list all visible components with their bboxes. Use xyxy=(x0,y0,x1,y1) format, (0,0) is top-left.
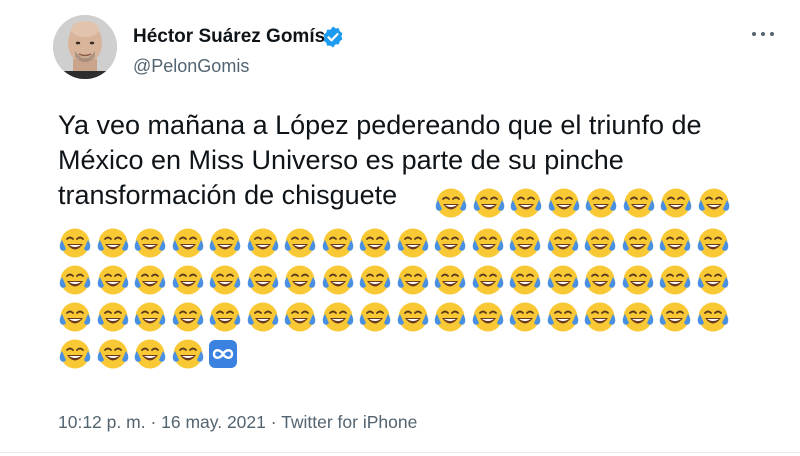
face-with-tears-of-joy-icon xyxy=(96,337,130,371)
face-with-tears-of-joy-icon xyxy=(96,226,130,260)
face-with-tears-of-joy-icon xyxy=(171,263,205,297)
face-with-tears-of-joy-icon xyxy=(584,186,618,220)
face-with-tears-of-joy-icon xyxy=(508,263,542,297)
face-with-tears-of-joy-icon xyxy=(133,263,167,297)
emoji-row xyxy=(58,226,778,263)
face-with-tears-of-joy-icon xyxy=(696,226,730,260)
face-with-tears-of-joy-icon xyxy=(321,300,355,334)
face-with-tears-of-joy-icon xyxy=(697,186,731,220)
emoji-row xyxy=(58,337,778,374)
face-with-tears-of-joy-icon xyxy=(96,300,130,334)
face-with-tears-of-joy-icon xyxy=(358,226,392,260)
face-with-tears-of-joy-icon xyxy=(396,300,430,334)
face-with-tears-of-joy-icon xyxy=(621,300,655,334)
face-with-tears-of-joy-icon xyxy=(208,263,242,297)
face-with-tears-of-joy-icon xyxy=(583,300,617,334)
face-with-tears-of-joy-icon xyxy=(546,300,580,334)
face-with-tears-of-joy-icon xyxy=(471,300,505,334)
face-with-tears-of-joy-icon xyxy=(321,226,355,260)
face-with-tears-of-joy-icon xyxy=(621,226,655,260)
face-with-tears-of-joy-icon xyxy=(283,263,317,297)
face-with-tears-of-joy-icon xyxy=(96,263,130,297)
meta-separator: · xyxy=(150,412,157,432)
tweet-date[interactable]: 16 may. 2021 xyxy=(161,412,266,432)
face-with-tears-of-joy-icon xyxy=(171,337,205,371)
infinity-loop-icon xyxy=(208,339,238,369)
avatar[interactable] xyxy=(53,15,117,79)
face-with-tears-of-joy-icon xyxy=(246,263,280,297)
tweet-metadata: 10:12 p. m. · 16 may. 2021 · Twitter for… xyxy=(58,412,417,433)
author-handle[interactable]: @PelonGomis xyxy=(133,56,249,77)
face-with-tears-of-joy-icon xyxy=(509,186,543,220)
face-with-tears-of-joy-icon xyxy=(471,263,505,297)
author-display-name[interactable]: Héctor Suárez Gomís xyxy=(133,26,325,48)
face-with-tears-of-joy-icon xyxy=(659,186,693,220)
face-with-tears-of-joy-icon xyxy=(658,226,692,260)
more-options-icon[interactable] xyxy=(749,23,777,45)
face-with-tears-of-joy-icon xyxy=(58,263,92,297)
face-with-tears-of-joy-icon xyxy=(133,300,167,334)
face-with-tears-of-joy-icon xyxy=(658,263,692,297)
face-with-tears-of-joy-icon xyxy=(546,226,580,260)
face-with-tears-of-joy-icon xyxy=(696,263,730,297)
face-with-tears-of-joy-icon xyxy=(358,263,392,297)
emoji-grid xyxy=(58,188,778,374)
face-with-tears-of-joy-icon xyxy=(433,263,467,297)
face-with-tears-of-joy-icon xyxy=(622,186,656,220)
face-with-tears-of-joy-icon xyxy=(396,263,430,297)
face-with-tears-of-joy-icon xyxy=(433,300,467,334)
face-with-tears-of-joy-icon xyxy=(696,300,730,334)
emoji-row xyxy=(434,186,734,223)
verified-badge-icon xyxy=(321,25,345,49)
face-with-tears-of-joy-icon xyxy=(621,263,655,297)
face-with-tears-of-joy-icon xyxy=(171,300,205,334)
face-with-tears-of-joy-icon xyxy=(433,226,467,260)
face-with-tears-of-joy-icon xyxy=(358,300,392,334)
face-with-tears-of-joy-icon xyxy=(508,300,542,334)
face-with-tears-of-joy-icon xyxy=(133,337,167,371)
emoji-row xyxy=(58,300,778,337)
face-with-tears-of-joy-icon xyxy=(583,263,617,297)
face-with-tears-of-joy-icon xyxy=(208,300,242,334)
face-with-tears-of-joy-icon xyxy=(283,226,317,260)
meta-separator: · xyxy=(270,412,277,432)
face-with-tears-of-joy-icon xyxy=(246,300,280,334)
face-with-tears-of-joy-icon xyxy=(472,186,506,220)
face-with-tears-of-joy-icon xyxy=(58,300,92,334)
divider xyxy=(0,452,800,453)
face-with-tears-of-joy-icon xyxy=(583,226,617,260)
face-with-tears-of-joy-icon xyxy=(58,337,92,371)
tweet-text-line: Ya veo mañana a López pedereando que el … xyxy=(58,110,702,140)
face-with-tears-of-joy-icon xyxy=(547,186,581,220)
face-with-tears-of-joy-icon xyxy=(508,226,542,260)
face-with-tears-of-joy-icon xyxy=(283,300,317,334)
face-with-tears-of-joy-icon xyxy=(658,300,692,334)
face-with-tears-of-joy-icon xyxy=(58,226,92,260)
tweet-card: Héctor Suárez Gomís @PelonGomis Ya veo m… xyxy=(0,0,800,456)
face-with-tears-of-joy-icon xyxy=(133,226,167,260)
tweet-text-line: México en Miss Universo es parte de su p… xyxy=(58,145,624,175)
face-with-tears-of-joy-icon xyxy=(171,226,205,260)
tweet-time[interactable]: 10:12 p. m. xyxy=(58,412,146,432)
face-with-tears-of-joy-icon xyxy=(396,226,430,260)
face-with-tears-of-joy-icon xyxy=(208,226,242,260)
face-with-tears-of-joy-icon xyxy=(321,263,355,297)
face-with-tears-of-joy-icon xyxy=(246,226,280,260)
face-with-tears-of-joy-icon xyxy=(471,226,505,260)
face-with-tears-of-joy-icon xyxy=(434,186,468,220)
emoji-row xyxy=(58,263,778,300)
tweet-source[interactable]: Twitter for iPhone xyxy=(281,412,417,432)
face-with-tears-of-joy-icon xyxy=(546,263,580,297)
